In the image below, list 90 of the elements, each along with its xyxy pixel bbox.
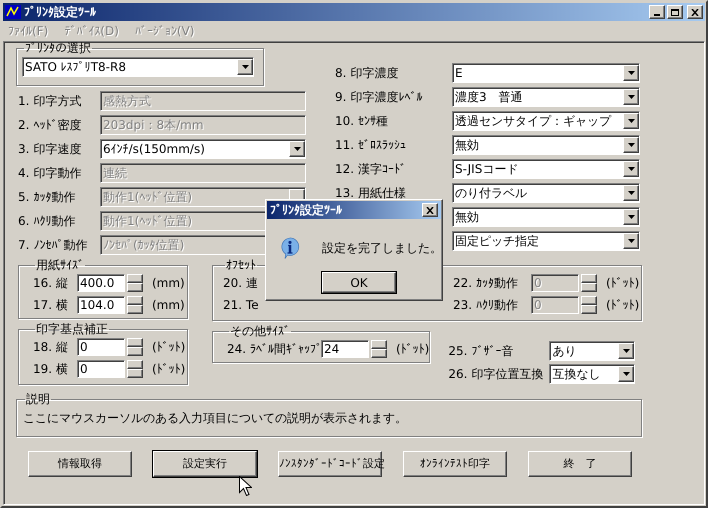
action-button[interactable]: ｵﾝﾗｲﾝﾃｽﾄ印字: [403, 451, 507, 477]
group-title: 印字基点補正: [35, 323, 109, 336]
dropdown[interactable]: E: [452, 63, 640, 83]
unit-label: (mm): [152, 297, 185, 314]
app-icon: [5, 5, 21, 19]
field-label: 13. 用紙仕様: [335, 186, 406, 200]
spin-button[interactable]: [581, 296, 597, 314]
field-label: 10. ｾﾝｻ種: [335, 114, 388, 128]
dropdown[interactable]: 互換なし: [549, 364, 636, 384]
field-label: 23. ﾊｸﾘ動作: [453, 297, 519, 314]
caret-icon: [628, 143, 634, 147]
field-label: 11. ｾﾞﾛｽﾗｯｼｭ: [335, 138, 406, 152]
field-label: 3. 印字速度: [17, 141, 82, 158]
action-button[interactable]: 情報取得: [28, 451, 132, 477]
field-label: 12. 漢字ｺｰﾄﾞ: [335, 162, 406, 176]
window-title: ﾌﾟﾘﾝﾀ設定ﾂｰﾙ: [24, 4, 96, 21]
unit-label: (ﾄﾞｯﾄ): [396, 341, 430, 358]
unit-label: (ﾄﾞｯﾄ): [152, 361, 186, 378]
caret-icon: [628, 215, 634, 219]
unit-label: (ﾄﾞｯﾄ): [606, 275, 640, 292]
close-icon: [426, 206, 434, 214]
spin-button[interactable]: [371, 340, 387, 358]
dropdown[interactable]: 濃度3 普通: [452, 87, 640, 107]
caret-icon: [628, 95, 634, 99]
field-label: 2. ﾍｯﾄﾞ密度: [17, 117, 82, 134]
caret-icon: [628, 71, 634, 75]
field-label: 20. 連: [223, 275, 258, 292]
spin-button[interactable]: [127, 296, 143, 314]
field-label: 18. 縦: [33, 339, 69, 356]
caret-icon: [628, 119, 634, 123]
unit-label: (mm): [152, 275, 185, 292]
spin-button[interactable]: [581, 274, 597, 292]
spin-button[interactable]: [127, 360, 143, 378]
field-label: 21. Te: [223, 297, 259, 314]
minimize-button[interactable]: [649, 5, 665, 19]
number-field[interactable]: 24: [321, 340, 369, 358]
ok-button[interactable]: OK: [322, 272, 396, 293]
dropdown[interactable]: 透過センサタイプ：ギャップ: [452, 111, 640, 131]
field-label: 17. 横: [33, 297, 69, 314]
spin-button[interactable]: [127, 274, 143, 292]
dropdown[interactable]: あり: [549, 340, 636, 360]
group-title: ｵﾌｾｯﾄ: [225, 259, 257, 272]
field-label: 5. ｶｯﾀ動作: [17, 189, 76, 206]
caret-icon: [628, 191, 634, 195]
field-label: 19. 横: [33, 361, 69, 378]
close-icon: [691, 8, 699, 16]
dialog-message: 設定を完了しました。: [322, 240, 442, 257]
dropdown[interactable]: のり付ラベル: [452, 183, 640, 203]
maximize-button[interactable]: [667, 5, 683, 19]
field-label: 24. ﾗﾍﾞﾙ間ｷﾞｬｯﾌﾟ: [227, 341, 321, 358]
caret-icon: [628, 167, 634, 171]
group-title: 説明: [25, 393, 51, 406]
field-label: 1. 印字方式: [17, 93, 82, 110]
number-field[interactable]: 0: [77, 360, 125, 378]
field-label: 22. ｶｯﾀ動作: [453, 275, 519, 292]
caret-icon: [622, 348, 630, 352]
close-button[interactable]: [687, 5, 703, 19]
field-label: 6. ﾊｸﾘ動作: [17, 213, 76, 230]
dropdown[interactable]: 無効: [452, 135, 640, 155]
field-label: 8. 印字濃度: [335, 66, 398, 80]
caret-icon: [628, 239, 634, 243]
field-label: 26. 印字位置互換: [448, 366, 544, 382]
close-button[interactable]: [422, 203, 438, 217]
field-label: 7. ﾉﾝｾﾊﾟ動作: [17, 237, 88, 254]
caret-icon: [294, 147, 300, 151]
action-button[interactable]: 終 了: [528, 451, 632, 477]
field-label: 9. 印字濃度ﾚﾍﾞﾙ: [335, 90, 422, 104]
group-title: 用紙ｻｲｽﾞ: [35, 259, 85, 272]
cursor-icon: [239, 476, 252, 497]
dropdown[interactable]: 6ｲﾝﾁ/s(150mm/s): [100, 139, 306, 159]
field-label: 25. ﾌﾞｻﾞｰ音: [448, 342, 514, 360]
group-title: ﾌﾟﾘﾝﾀの選択: [24, 42, 92, 55]
group-title: その他ｻｲｽﾞ: [229, 325, 291, 338]
number-field[interactable]: 400.0: [77, 274, 125, 292]
maximize-icon: [671, 8, 679, 16]
dropdown[interactable]: S-JISコード: [452, 159, 640, 179]
number-field[interactable]: 0: [77, 338, 125, 356]
number-field[interactable]: 104.0: [77, 296, 125, 314]
unit-label: (ﾄﾞｯﾄ): [152, 339, 186, 356]
caret-icon: [622, 372, 630, 376]
field-label: 16. 縦: [33, 275, 69, 292]
dropdown[interactable]: 固定ピッチ指定: [452, 231, 640, 251]
description-text: ここにマウスカーソルのある入力項目についての説明が表示されます。: [23, 410, 408, 427]
field-label: 4. 印字動作: [17, 165, 82, 182]
caret-icon: [242, 65, 248, 69]
spin-button[interactable]: [127, 338, 143, 356]
unit-label: (ﾄﾞｯﾄ): [606, 297, 640, 314]
dropdown[interactable]: 無効: [452, 207, 640, 227]
action-button[interactable]: 設定実行: [153, 451, 257, 477]
dropdown[interactable]: SATO ﾚｽﾌﾟﾘT8-R8: [22, 57, 254, 77]
